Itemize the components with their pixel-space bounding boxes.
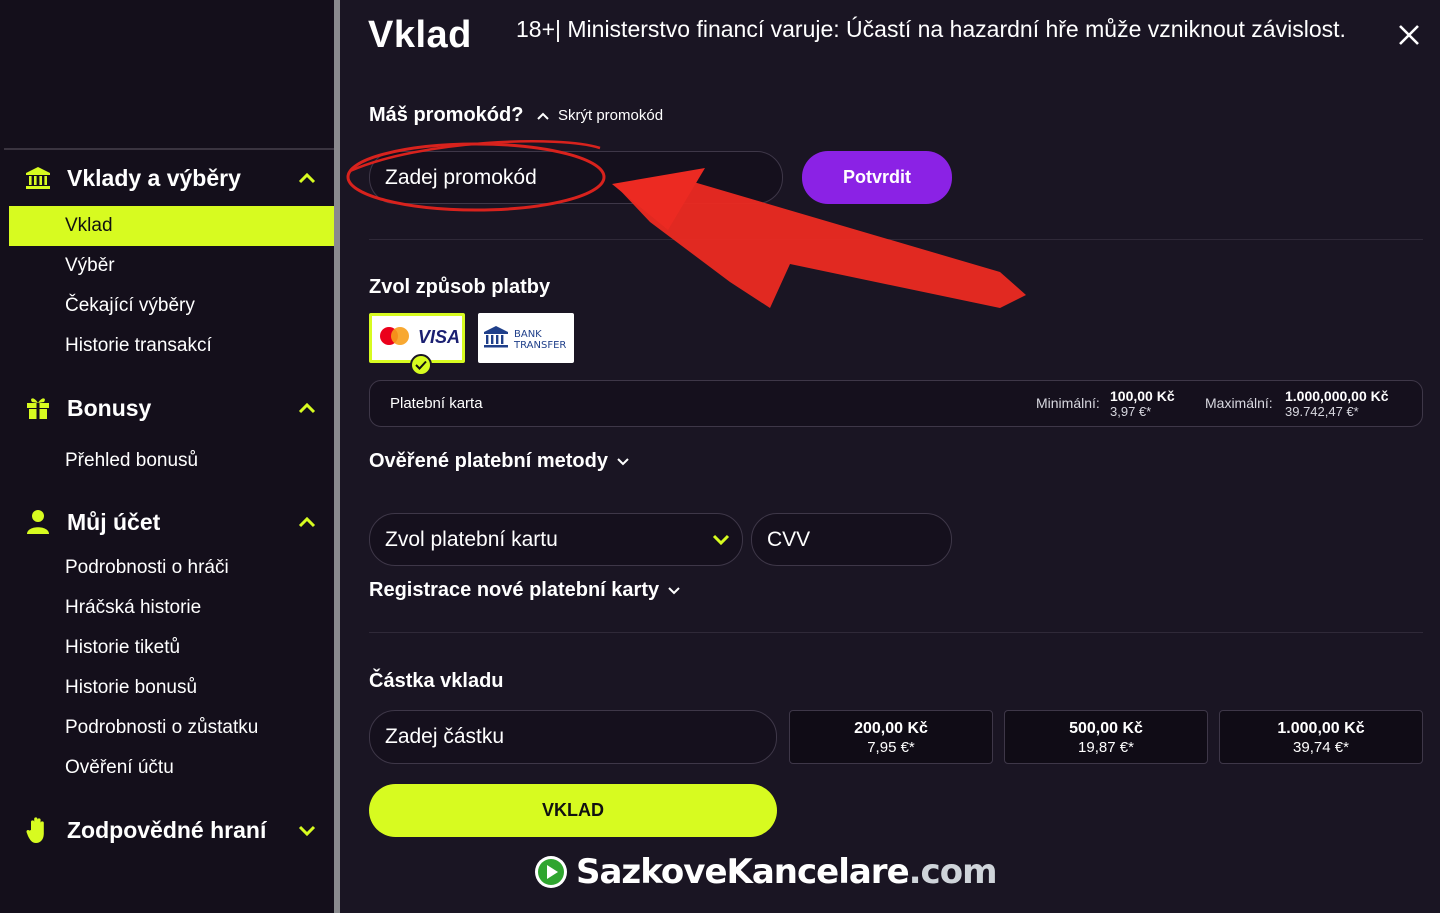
- user-icon: [24, 508, 52, 536]
- cvv-input[interactable]: CVV: [751, 513, 952, 566]
- close-icon[interactable]: [1396, 22, 1422, 48]
- sidebar-top: [0, 0, 334, 148]
- cvv-placeholder: CVV: [767, 527, 811, 551]
- bank-label: BANK: [514, 329, 542, 340]
- chevron-down-icon[interactable]: [296, 819, 318, 841]
- hide-promo-label: Skrýt promokód: [558, 107, 664, 124]
- sidebar-header-bonuses[interactable]: Bonusy: [0, 388, 334, 428]
- gambling-warning: 18+| Ministerstvo financí varuje: Účastí…: [516, 16, 1346, 42]
- register-card-toggle[interactable]: Registrace nové platební karty: [369, 579, 681, 602]
- verified-methods-toggle[interactable]: Ověřené platební metody: [369, 450, 630, 473]
- sidebar-item-historie-bonusu[interactable]: Historie bonusů: [0, 668, 334, 708]
- card-select-value: Zvol platební kartu: [385, 527, 558, 551]
- amount-preset-200[interactable]: 200,00 Kč 7,95 €*: [789, 710, 993, 764]
- hand-icon: [24, 816, 52, 844]
- sidebar-item-hracska-historie[interactable]: Hráčská historie: [0, 588, 334, 628]
- hide-promo-link[interactable]: Skrýt promokód: [536, 107, 663, 124]
- preset-eur: 19,87 €*: [1078, 739, 1134, 756]
- chevron-up-icon[interactable]: [296, 167, 318, 189]
- sidebar-item-overeni-uctu[interactable]: Ověření účtu: [0, 748, 334, 788]
- chevron-down-icon: [617, 457, 629, 465]
- watermark-tld: .com: [908, 852, 998, 892]
- chevron-up-icon[interactable]: [296, 511, 318, 533]
- sidebar-header-label: Vklady a výběry: [67, 164, 241, 191]
- preset-czk: 1.000,00 Kč: [1277, 720, 1365, 737]
- sidebar-header-label: Zodpovědné hraní: [67, 816, 267, 843]
- deposit-submit-button[interactable]: VKLAD: [369, 784, 777, 837]
- sidebar-section-deposits: Vklady a výběry Vklad Výběr Čekající výb…: [0, 158, 337, 366]
- max-czk: 1.000,000,00 Kč: [1285, 388, 1389, 404]
- sidebar: Vklady a výběry Vklad Výběr Čekající výb…: [0, 0, 337, 913]
- amount-heading: Částka vkladu: [369, 670, 504, 692]
- watermark-name: SazkoveKancelare: [576, 852, 910, 892]
- promo-code-input[interactable]: Zadej promokód: [369, 151, 783, 204]
- confirm-promo-button[interactable]: Potvrdit: [802, 151, 952, 204]
- chevron-down-icon: [668, 586, 680, 594]
- amount-preset-1000[interactable]: 1.000,00 Kč 39,74 €*: [1219, 710, 1423, 764]
- min-eur: 3,97 €*: [1110, 404, 1152, 419]
- bank-icon: [24, 164, 52, 192]
- sidebar-section-bonuses: Bonusy Přehled bonusů: [0, 388, 334, 481]
- min-czk: 100,00 Kč: [1110, 388, 1175, 404]
- transfer-label: TRANSFER: [513, 340, 566, 351]
- mastercard-visa-logo: VISA: [380, 327, 460, 347]
- amount-placeholder: Zadej částku: [385, 725, 505, 748]
- watermark: SazkoveKancelare.com: [534, 852, 997, 892]
- gift-icon: [24, 394, 52, 422]
- divider: [369, 239, 1423, 240]
- sidebar-section-account: Můj účet Podrobnosti o hráči Hráčská his…: [0, 502, 334, 788]
- chevron-up-icon: [537, 112, 549, 120]
- promo-question: Máš promokód?: [369, 104, 524, 126]
- sidebar-item-vklad[interactable]: Vklad: [9, 206, 337, 246]
- sidebar-header-responsible[interactable]: Zodpovědné hraní: [0, 810, 334, 850]
- sidebar-header-deposits[interactable]: Vklady a výběry: [0, 158, 334, 198]
- bank-transfer-logo: BANK TRANSFER: [484, 326, 566, 351]
- sidebar-separator: [4, 148, 334, 150]
- payment-method-bank-transfer[interactable]: BANK TRANSFER: [478, 313, 574, 363]
- page-title: Vklad: [368, 14, 472, 56]
- chevron-down-icon: [712, 534, 730, 545]
- card-select[interactable]: Zvol platební kartu: [369, 513, 743, 566]
- watermark-text: SazkoveKancelare.com: [576, 852, 997, 892]
- max-value: 1.000,000,00 Kč 39.742,47 €*: [1285, 388, 1389, 420]
- chevron-up-icon[interactable]: [296, 397, 318, 419]
- sidebar-section-responsible: Zodpovědné hraní: [0, 810, 334, 850]
- min-label: Minimální:: [1036, 395, 1100, 411]
- payment-method-card[interactable]: VISA: [369, 313, 465, 376]
- verified-methods-label: Ověřené platební metody: [369, 450, 608, 472]
- sidebar-item-prehled-bonusu[interactable]: Přehled bonusů: [0, 441, 334, 481]
- sidebar-header-label: Můj účet: [67, 508, 161, 535]
- payment-limits-bar: Platební karta Minimální: 100,00 Kč 3,97…: [369, 380, 1423, 427]
- payment-type-label: Platební karta: [390, 395, 483, 412]
- sidebar-item-vyber[interactable]: Výběr: [0, 246, 334, 286]
- preset-eur: 39,74 €*: [1293, 739, 1349, 756]
- play-icon: [535, 856, 567, 888]
- amount-preset-500[interactable]: 500,00 Kč 19,87 €*: [1004, 710, 1208, 764]
- max-eur: 39.742,47 €*: [1285, 404, 1359, 419]
- sidebar-header-label: Bonusy: [67, 394, 152, 421]
- min-value: 100,00 Kč 3,97 €*: [1110, 388, 1175, 420]
- preset-eur: 7,95 €*: [867, 739, 915, 756]
- payment-method-heading: Zvol způsob platby: [369, 276, 551, 298]
- promo-code-placeholder: Zadej promokód: [385, 165, 537, 189]
- check-icon: [410, 354, 432, 376]
- sidebar-item-podrobnosti-o-hraci[interactable]: Podrobnosti o hráči: [0, 548, 334, 588]
- sidebar-header-account[interactable]: Můj účet: [0, 502, 334, 542]
- preset-czk: 200,00 Kč: [854, 720, 928, 737]
- deposit-panel: Vklad 18+| Ministerstvo financí varuje: …: [340, 0, 1440, 913]
- amount-input[interactable]: Zadej částku: [369, 710, 777, 764]
- sidebar-item-historie-tiketu[interactable]: Historie tiketů: [0, 628, 334, 668]
- sidebar-item-podrobnosti-o-zustatku[interactable]: Podrobnosti o zůstatku: [0, 708, 334, 748]
- divider: [369, 632, 1423, 633]
- visa-label: VISA: [418, 327, 460, 347]
- sidebar-item-cekajici-vybery[interactable]: Čekající výběry: [0, 286, 334, 326]
- preset-czk: 500,00 Kč: [1069, 720, 1143, 737]
- max-label: Maximální:: [1205, 395, 1273, 411]
- register-card-label: Registrace nové platební karty: [369, 579, 660, 601]
- sidebar-item-historie-transakci[interactable]: Historie transakcí: [0, 326, 334, 366]
